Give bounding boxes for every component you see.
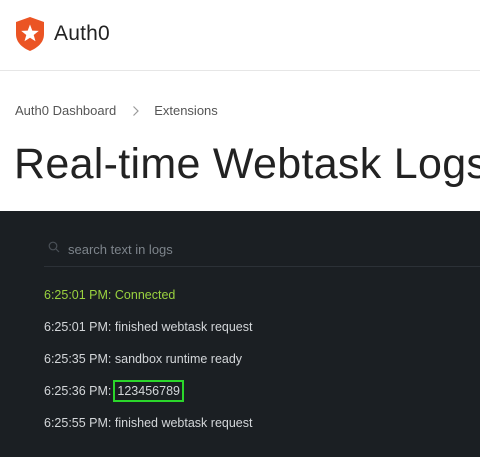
- log-time: 6:25:36 PM:: [44, 384, 112, 398]
- log-time: 6:25:01 PM:: [44, 288, 112, 302]
- search-icon: [48, 241, 60, 253]
- log-entry: 6:25:36 PM: 123456789: [44, 380, 474, 415]
- auth0-shield-star-icon: [16, 17, 44, 51]
- log-search: [44, 235, 480, 267]
- log-message: finished webtask request: [114, 416, 253, 430]
- log-time: 6:25:55 PM:: [44, 416, 112, 430]
- top-bar: Auth0: [0, 0, 480, 71]
- log-message-highlighted: 123456789: [113, 380, 184, 402]
- log-entry: 6:25:35 PM: sandbox runtime ready: [44, 351, 474, 383]
- log-list: 6:25:01 PM: Connected 6:25:01 PM: finish…: [44, 287, 474, 447]
- chevron-right-icon: [133, 105, 140, 116]
- log-panel-edge: [0, 211, 30, 457]
- page-title: Real-time Webtask Logs: [14, 140, 480, 188]
- log-message: Connected: [114, 288, 176, 302]
- brand-logo[interactable]: Auth0: [14, 16, 110, 52]
- brand-name: Auth0: [54, 22, 110, 45]
- log-message: sandbox runtime ready: [114, 352, 243, 366]
- breadcrumb-item-dashboard[interactable]: Auth0 Dashboard: [15, 103, 116, 118]
- log-message: finished webtask request: [114, 320, 253, 334]
- log-time: 6:25:35 PM:: [44, 352, 112, 366]
- log-entry: 6:25:01 PM: Connected: [44, 287, 474, 319]
- breadcrumb-item-extensions[interactable]: Extensions: [154, 103, 218, 118]
- log-entry: 6:25:01 PM: finished webtask request: [44, 319, 474, 351]
- search-input[interactable]: [68, 237, 468, 261]
- log-entry: 6:25:55 PM: finished webtask request: [44, 415, 474, 447]
- breadcrumb: Auth0 Dashboard Extensions: [15, 103, 218, 118]
- page: Auth0 Auth0 Dashboard Extensions Real-ti…: [0, 0, 480, 457]
- log-time: 6:25:01 PM:: [44, 320, 112, 334]
- log-panel: 6:25:01 PM: Connected 6:25:01 PM: finish…: [30, 211, 480, 457]
